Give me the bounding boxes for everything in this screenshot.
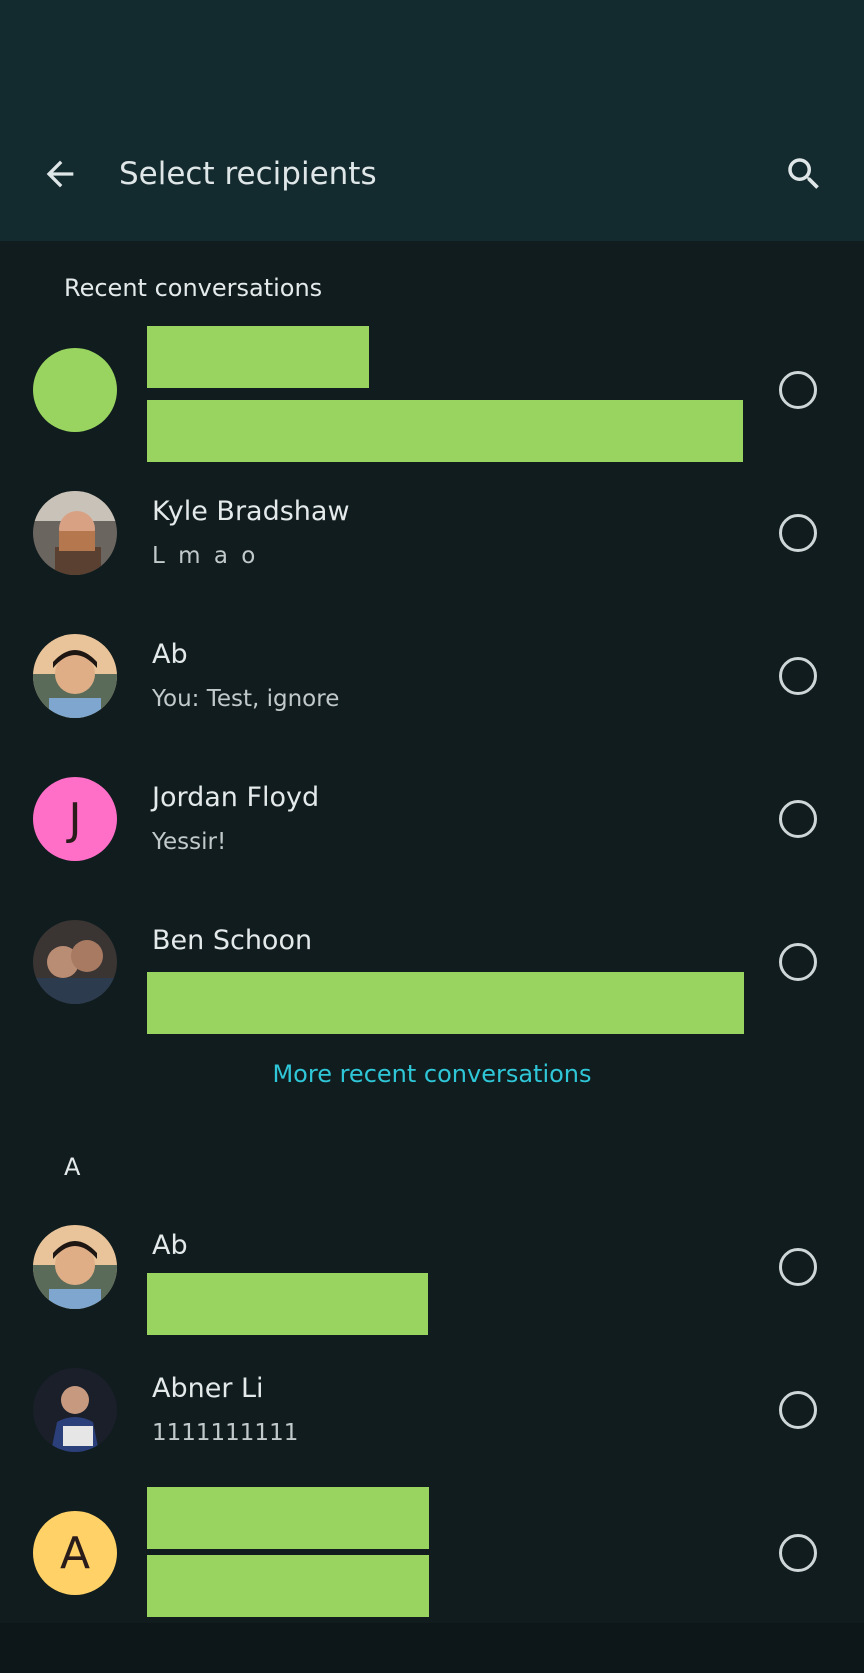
redacted-subtitle [147, 400, 743, 462]
avatar [33, 1225, 117, 1309]
redacted-subtitle [147, 1555, 429, 1617]
search-button[interactable] [780, 150, 828, 198]
contact-name: Ab [152, 639, 188, 670]
section-label-recent: Recent conversations [64, 274, 323, 302]
avatar-initial: A [59, 1527, 91, 1579]
section-label-a: A [64, 1153, 81, 1181]
avatar [33, 1368, 117, 1452]
select-radio[interactable] [779, 514, 817, 552]
app-bar: Select recipients [0, 0, 864, 241]
contact-name: Jordan Floyd [152, 782, 320, 813]
contact-name: Ab [152, 1230, 188, 1261]
message-preview: L m a o [152, 543, 259, 569]
search-icon [788, 158, 819, 189]
system-nav-bar [0, 1623, 864, 1673]
page-title: Select recipients [119, 156, 377, 192]
phone-number: 1111111111 [152, 1420, 299, 1446]
select-radio[interactable] [779, 1534, 817, 1572]
list-item[interactable]: J Jordan Floyd Yessir! [0, 749, 864, 892]
list-item[interactable]: Ab You: Test, ignore [0, 606, 864, 749]
select-radio[interactable] [779, 657, 817, 695]
list-item[interactable]: Ben Schoon [0, 892, 864, 1035]
avatar [33, 491, 117, 575]
contact-name: Kyle Bradshaw [152, 496, 350, 527]
redacted-subtitle [147, 1273, 428, 1335]
message-preview: You: Test, ignore [152, 686, 340, 712]
list-item[interactable] [0, 320, 864, 463]
avatar: J [33, 777, 117, 861]
arrow-back-icon [46, 160, 74, 188]
redacted-subtitle [147, 972, 744, 1034]
more-recent-link[interactable]: More recent conversations [0, 1060, 864, 1088]
contact-name: Ben Schoon [152, 925, 313, 956]
select-radio[interactable] [779, 371, 817, 409]
list-item[interactable]: Kyle Bradshaw L m a o [0, 463, 864, 606]
back-button[interactable] [36, 150, 84, 198]
avatar: A [33, 1511, 117, 1595]
redacted-name [147, 326, 369, 388]
list-item[interactable]: A [0, 1483, 864, 1626]
select-radio[interactable] [779, 1248, 817, 1286]
avatar [33, 348, 117, 432]
select-radio[interactable] [779, 943, 817, 981]
list-item[interactable]: Abner Li 1111111111 [0, 1340, 864, 1483]
select-radio[interactable] [779, 800, 817, 838]
avatar [33, 920, 117, 1004]
message-preview: Yessir! [152, 829, 227, 855]
avatar-initial: J [68, 793, 82, 845]
list-item[interactable]: Ab [0, 1197, 864, 1340]
select-radio[interactable] [779, 1391, 817, 1429]
redacted-name [147, 1487, 429, 1549]
contact-name: Abner Li [152, 1373, 264, 1404]
avatar [33, 634, 117, 718]
